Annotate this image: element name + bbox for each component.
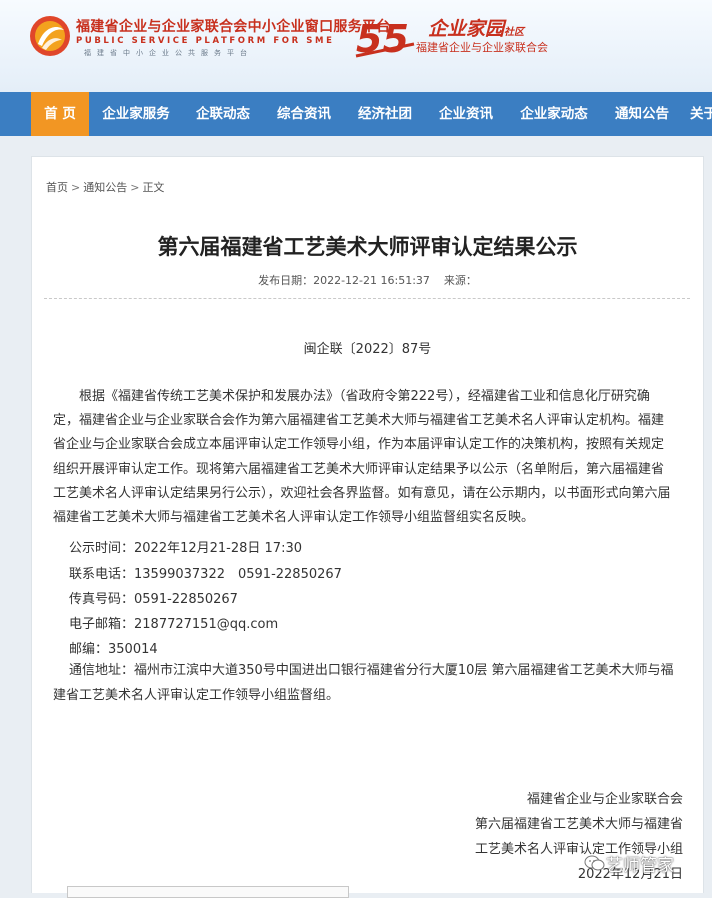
signature-org: 福建省企业与企业家联合会 bbox=[526, 792, 683, 807]
nav-item-about[interactable]: 关于 bbox=[690, 92, 712, 136]
anniversary-55-logo[interactable]: 55 bbox=[354, 14, 418, 60]
article-body: 根据《福建省传统工艺美术保护和发展办法》（省政府令第222号），经福建省工业和信… bbox=[53, 389, 671, 526]
contact-email: 电子邮箱：2187727151@qq.com bbox=[69, 617, 279, 632]
breadcrumb-notices[interactable]: 通知公告 bbox=[83, 181, 127, 194]
wechat-icon bbox=[584, 855, 605, 871]
nav-item-economic-groups[interactable]: 经济社团 bbox=[349, 92, 421, 136]
article-card: 首页 > 通知公告 > 正文 第六届福建省工艺美术大师评审认定结果公示 发布日期：202… bbox=[31, 156, 704, 893]
attachment-box bbox=[67, 886, 349, 898]
nav-item-general-news[interactable]: 综合资讯 bbox=[268, 92, 340, 136]
nav-item-home[interactable]: 首 页 bbox=[31, 92, 89, 136]
nav-item-notices[interactable]: 通知公告 bbox=[606, 92, 678, 136]
watermark-text: 艺师管家 bbox=[606, 856, 674, 876]
breadcrumb-separator: > bbox=[71, 181, 81, 194]
contact-zip: 邮编：350014 bbox=[69, 642, 158, 657]
wechat-watermark: 艺师管家 bbox=[584, 850, 694, 878]
contact-address: 通信地址：福州市江滨中大道350号中国进出口银行福建省分行大厦10层 第六届福建… bbox=[53, 663, 674, 703]
breadcrumb-home[interactable]: 首页 bbox=[46, 181, 68, 194]
contact-fax: 传真号码：0591-22850267 bbox=[69, 592, 238, 607]
platform-name: 福建省企业与企业家联合会中小企业窗口服务平台 bbox=[76, 19, 391, 35]
nav-item-entrepreneur-news[interactable]: 企业家动态 bbox=[511, 92, 597, 136]
article-title: 第六届福建省工艺美术大师评审认定结果公示 bbox=[157, 235, 578, 259]
breadcrumb-separator: > bbox=[130, 181, 140, 194]
nav-item-entrepreneur-service[interactable]: 企业家服务 bbox=[96, 92, 176, 136]
article-meta: 发布日期：2022-12-21 16:51:37 来源： bbox=[32, 272, 703, 288]
title-divider bbox=[44, 298, 690, 299]
source-label: 来源： bbox=[443, 274, 477, 287]
publish-date-label: 发布日期： bbox=[258, 274, 314, 287]
breadcrumb: 首页 > 通知公告 > 正文 bbox=[46, 179, 164, 195]
main-nav: 首 页 企业家服务 企联动态 综合资讯 经济社团 企业资讯 企业家动态 通知公告… bbox=[0, 92, 712, 136]
signature-group-line1: 第六届福建省工艺美术大师与福建省 bbox=[474, 817, 683, 832]
platform-subtitle: 福建省中小企业公共服务平台 bbox=[84, 49, 253, 57]
document-number: 闽企联〔2022〕87号 bbox=[303, 342, 432, 357]
notice-period: 公示时间：2022年12月21-28日 17:30 bbox=[69, 541, 302, 556]
federation-logo-script: 企业家园社区 bbox=[428, 18, 525, 40]
nav-item-enterprise-news[interactable]: 企业资讯 bbox=[430, 92, 502, 136]
site-header: 福建省企业与企业家联合会中小企业窗口服务平台 PUBLIC SERVICE PL… bbox=[0, 0, 712, 92]
federation-name: 福建省企业与企业家联合会 bbox=[416, 41, 548, 54]
publish-date: 2022-12-21 16:51:37 bbox=[313, 274, 430, 287]
platform-logo-icon[interactable] bbox=[28, 14, 72, 58]
nav-item-federation-news[interactable]: 企联动态 bbox=[187, 92, 259, 136]
breadcrumb-current: 正文 bbox=[142, 181, 165, 194]
platform-name-en: PUBLIC SERVICE PLATFORM FOR SME bbox=[76, 36, 335, 46]
contact-phone: 联系电话：13599037322 0591-22850267 bbox=[69, 567, 342, 582]
